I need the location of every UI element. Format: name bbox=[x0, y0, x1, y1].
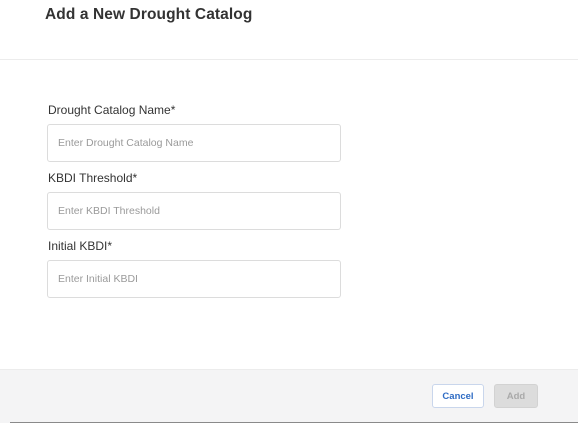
drought-catalog-name-input[interactable] bbox=[47, 124, 341, 162]
dialog-footer: Cancel Add bbox=[0, 369, 578, 423]
add-drought-catalog-dialog: Add a New Drought Catalog Drought Catalo… bbox=[0, 0, 578, 423]
dialog-title: Add a New Drought Catalog bbox=[45, 6, 253, 23]
kbdi-threshold-input[interactable] bbox=[47, 192, 341, 230]
initial-kbdi-label: Initial KBDI* bbox=[48, 239, 113, 253]
dialog-header: Add a New Drought Catalog bbox=[0, 0, 578, 60]
kbdi-threshold-label: KBDI Threshold* bbox=[48, 171, 138, 185]
add-button[interactable]: Add bbox=[494, 384, 538, 408]
initial-kbdi-input[interactable] bbox=[47, 260, 341, 298]
drought-catalog-name-label: Drought Catalog Name* bbox=[48, 103, 176, 117]
cancel-button[interactable]: Cancel bbox=[432, 384, 484, 408]
dialog-body: Drought Catalog Name* KBDI Threshold* In… bbox=[0, 61, 578, 369]
